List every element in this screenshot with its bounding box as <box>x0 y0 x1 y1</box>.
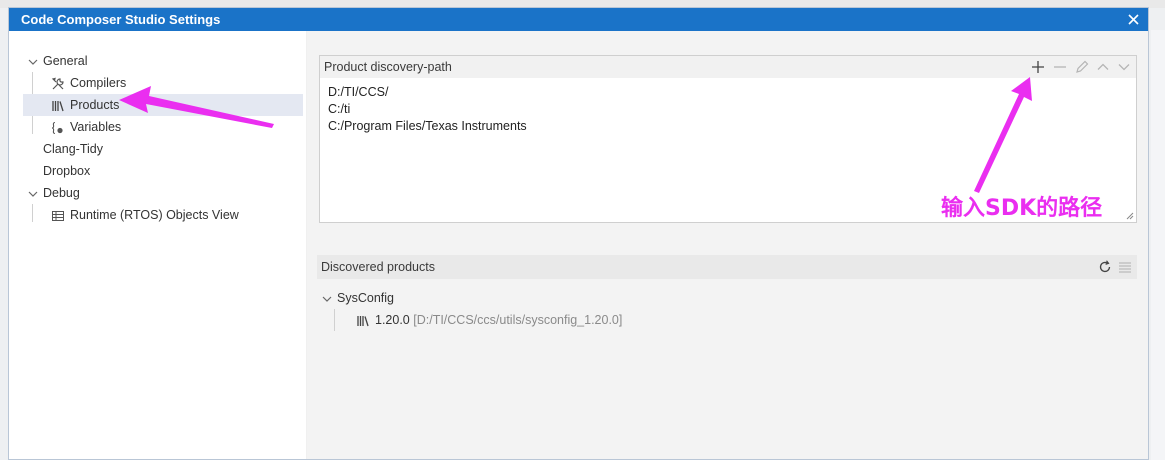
annotation-arrow-to-add-button <box>974 77 1032 193</box>
annotation-overlay <box>119 77 1032 193</box>
annotation-arrow-to-products <box>119 86 274 128</box>
annotation-label: 输入SDK的路径 <box>941 196 1103 221</box>
